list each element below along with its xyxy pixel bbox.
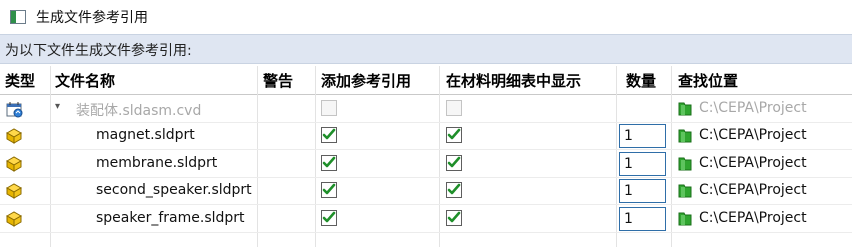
folder-icon xyxy=(678,183,692,198)
column-header-type[interactable]: 类型 xyxy=(5,70,35,91)
title-bar: 生成文件参考引用 xyxy=(0,0,852,34)
folder-icon xyxy=(678,101,692,116)
table-row[interactable]: second_speaker.sldprt 1 C:\CEPA\Project xyxy=(0,177,852,206)
prompt-bar: 为以下文件生成文件参考引用: xyxy=(0,34,852,64)
table-row[interactable]: membrane.sldprt 1 C:\CEPA\Project xyxy=(0,150,852,178)
add-reference-checkbox[interactable] xyxy=(321,100,337,116)
add-reference-checkbox[interactable] xyxy=(321,127,337,144)
table-header: 类型 文件名称 警告 添加参考引用 在材料明细表中显示 数量 查找位置 xyxy=(0,66,852,95)
file-name: speaker_frame.sldprt xyxy=(96,209,245,226)
folder-icon xyxy=(678,211,692,226)
quantity-input[interactable]: 1 xyxy=(619,179,666,204)
show-in-bom-checkbox[interactable] xyxy=(446,127,462,144)
column-header-filename[interactable]: 文件名称 xyxy=(55,70,115,91)
add-reference-checkbox[interactable] xyxy=(321,209,337,226)
column-header-warning[interactable]: 警告 xyxy=(263,70,293,91)
quantity-input[interactable]: 1 xyxy=(619,124,666,149)
file-name: second_speaker.sldprt xyxy=(96,182,252,199)
window-title: 生成文件参考引用 xyxy=(36,10,148,26)
column-header-find-location[interactable]: 查找位置 xyxy=(678,70,738,91)
quantity-input[interactable]: 1 xyxy=(619,151,666,176)
table-row[interactable]: speaker_frame.sldprt 1 C:\CEPA\Project xyxy=(0,205,852,233)
part-icon xyxy=(4,209,24,229)
show-in-bom-checkbox[interactable] xyxy=(446,209,462,226)
column-header-add-reference[interactable]: 添加参考引用 xyxy=(321,70,411,91)
part-icon xyxy=(4,181,24,201)
file-name: membrane.sldprt xyxy=(96,154,218,171)
column-header-quantity[interactable]: 数量 xyxy=(626,70,656,91)
file-name: 装配体.sldasm.cvd xyxy=(76,103,202,119)
add-reference-checkbox[interactable] xyxy=(321,154,337,171)
find-location-path[interactable]: C:\CEPA\Project xyxy=(699,100,807,116)
part-icon xyxy=(4,126,24,146)
prompt-text: 为以下文件生成文件参考引用: xyxy=(5,43,192,59)
table-row[interactable]: ▾ 装配体.sldasm.cvd C:\CEPA\Project xyxy=(0,95,852,123)
show-in-bom-checkbox[interactable] xyxy=(446,100,462,116)
window-app-icon xyxy=(10,10,26,24)
find-location-path[interactable]: C:\CEPA\Project xyxy=(699,127,807,143)
folder-icon xyxy=(678,128,692,143)
table-row[interactable]: magnet.sldprt 1 C:\CEPA\Project xyxy=(0,122,852,151)
tree-expander-icon[interactable]: ▾ xyxy=(55,101,60,112)
assembly-icon xyxy=(4,99,24,119)
find-location-path[interactable]: C:\CEPA\Project xyxy=(699,210,807,226)
quantity-input[interactable]: 1 xyxy=(619,206,666,231)
part-icon xyxy=(4,154,24,174)
find-location-path[interactable]: C:\CEPA\Project xyxy=(699,182,807,198)
add-reference-checkbox[interactable] xyxy=(321,182,337,199)
show-in-bom-checkbox[interactable] xyxy=(446,154,462,171)
column-header-show-in-bom[interactable]: 在材料明细表中显示 xyxy=(446,70,581,91)
find-location-path[interactable]: C:\CEPA\Project xyxy=(699,155,807,171)
folder-icon xyxy=(678,156,692,171)
show-in-bom-checkbox[interactable] xyxy=(446,182,462,199)
file-name: magnet.sldprt xyxy=(96,127,195,144)
